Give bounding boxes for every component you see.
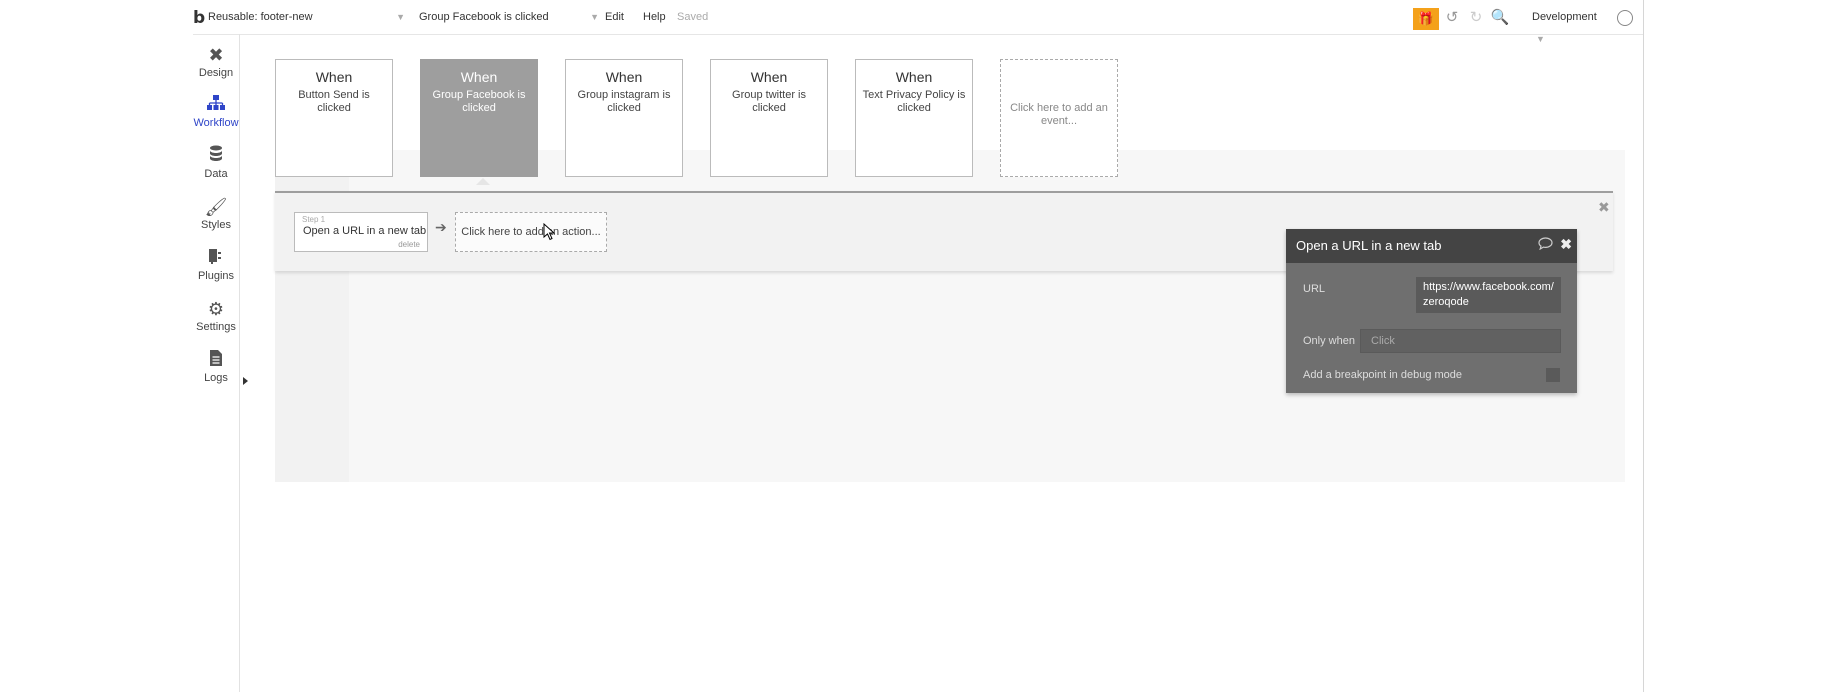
sidebar-item-design[interactable]: ✖ Design <box>193 44 239 79</box>
sidebar-item-label: Data <box>204 168 228 180</box>
event-selector[interactable]: Group Facebook is clicked ▼ <box>419 6 599 28</box>
gift-icon[interactable]: 🎁 <box>1413 8 1439 30</box>
document-icon <box>193 349 239 371</box>
sidebar-item-label: Styles <box>201 219 231 231</box>
sidebar-item-label: Settings <box>196 321 236 333</box>
sidebar-item-settings[interactable]: ⚙ Settings <box>193 298 239 333</box>
sidebar-item-data[interactable]: Data <box>193 145 239 180</box>
step-name: Open a URL in a new tab <box>303 225 427 237</box>
step-number: Step 1 <box>302 215 326 224</box>
redo-icon[interactable]: ↻ <box>1466 8 1486 28</box>
breakpoint-checkbox[interactable] <box>1546 368 1560 382</box>
delete-step-link[interactable]: delete <box>398 240 420 249</box>
property-editor-title: Open a URL in a new tab <box>1296 238 1442 253</box>
event-card-group-facebook[interactable]: When Group Facebook is clicked <box>420 59 538 177</box>
chevron-down-icon: ▼ <box>396 12 405 22</box>
plug-icon <box>193 247 239 269</box>
left-sidebar: ✖ Design Workflow Data 🖌 Styles Plugins <box>193 34 240 394</box>
sidebar-item-logs[interactable]: Logs <box>193 349 239 384</box>
save-status: Saved <box>677 11 709 23</box>
event-description: Button Send is clicked <box>298 89 370 114</box>
sidebar-item-label: Workflow <box>193 117 239 129</box>
menu-edit[interactable]: Edit <box>605 6 624 28</box>
event-description: Group Facebook is clicked <box>432 89 526 114</box>
breakpoint-label: Add a breakpoint in debug mode <box>1303 369 1463 381</box>
arrow-right-icon: ➔ <box>435 219 447 235</box>
event-when-label: When <box>315 69 353 85</box>
event-card-text-privacy-policy[interactable]: When Text Privacy Policy is clicked <box>855 59 973 177</box>
sidebar-item-label: Logs <box>204 372 228 384</box>
property-editor: Open a URL in a new tab ✖ URL https://ww… <box>1286 229 1577 393</box>
sidebar-item-workflow[interactable]: Workflow <box>193 94 239 129</box>
only-when-label: Only when <box>1303 335 1355 347</box>
top-bar: b Reusable: footer-new ▼ Group Facebook … <box>193 0 1643 44</box>
workflow-icon <box>193 94 239 116</box>
event-card-group-instagram[interactable]: When Group instagram is clicked <box>565 59 683 177</box>
sidebar-item-styles[interactable]: 🖌 Styles <box>193 196 239 231</box>
event-when-label: When <box>605 69 643 85</box>
user-avatar-icon[interactable] <box>1617 10 1633 26</box>
selected-event-pointer <box>476 178 490 185</box>
add-event-label: Click here to add an event... <box>1010 102 1108 127</box>
event-when-label: When <box>460 69 498 85</box>
sidebar-divider <box>239 34 240 692</box>
event-description: Text Privacy Policy is clicked <box>862 89 966 114</box>
bubble-logo[interactable]: b <box>193 8 205 28</box>
expand-arrow-icon[interactable] <box>243 377 248 385</box>
environment-selector[interactable]: Development ▼ <box>1532 6 1612 50</box>
url-input[interactable]: https://www.facebook.com/zeroqode <box>1416 277 1561 313</box>
menu-help[interactable]: Help <box>643 6 666 28</box>
undo-icon[interactable]: ↺ <box>1442 8 1462 28</box>
url-label: URL <box>1303 283 1326 295</box>
close-icon[interactable]: ✖ <box>1598 199 1610 216</box>
event-description: Group instagram is clicked <box>577 89 671 114</box>
design-icon: ✖ <box>208 45 224 65</box>
database-icon <box>193 145 239 167</box>
sidebar-item-plugins[interactable]: Plugins <box>193 247 239 282</box>
event-card-button-send[interactable]: When Button Send is clicked <box>275 59 393 177</box>
search-icon[interactable]: 🔍 <box>1490 8 1510 28</box>
brush-icon: 🖌 <box>204 197 228 217</box>
sidebar-item-label: Plugins <box>197 270 235 282</box>
add-event-button[interactable]: Click here to add an event... <box>1000 59 1118 177</box>
property-editor-header[interactable]: Open a URL in a new tab ✖ <box>1286 229 1577 263</box>
environment-label: Development <box>1532 11 1597 23</box>
close-icon[interactable]: ✖ <box>1560 236 1572 253</box>
event-description: Group twitter is clicked <box>732 89 806 114</box>
event-when-label: When <box>750 69 788 85</box>
sidebar-item-label: Design <box>198 67 234 79</box>
only-when-input[interactable]: Click <box>1360 329 1561 353</box>
page-selector-label: Reusable: footer-new <box>208 11 313 23</box>
chevron-down-icon: ▼ <box>590 12 599 22</box>
gear-icon: ⚙ <box>207 299 225 319</box>
event-when-label: When <box>895 69 933 85</box>
event-selector-label: Group Facebook is clicked <box>419 11 549 23</box>
add-action-button[interactable]: Click here to add an action... <box>455 212 607 252</box>
step-card[interactable]: Step 1 Open a URL in a new tab delete <box>294 212 428 252</box>
comment-icon[interactable] <box>1538 237 1553 253</box>
event-card-group-twitter[interactable]: When Group twitter is clicked <box>710 59 828 177</box>
page-selector[interactable]: Reusable: footer-new ▼ <box>208 6 405 28</box>
chevron-down-icon: ▼ <box>1536 34 1545 44</box>
